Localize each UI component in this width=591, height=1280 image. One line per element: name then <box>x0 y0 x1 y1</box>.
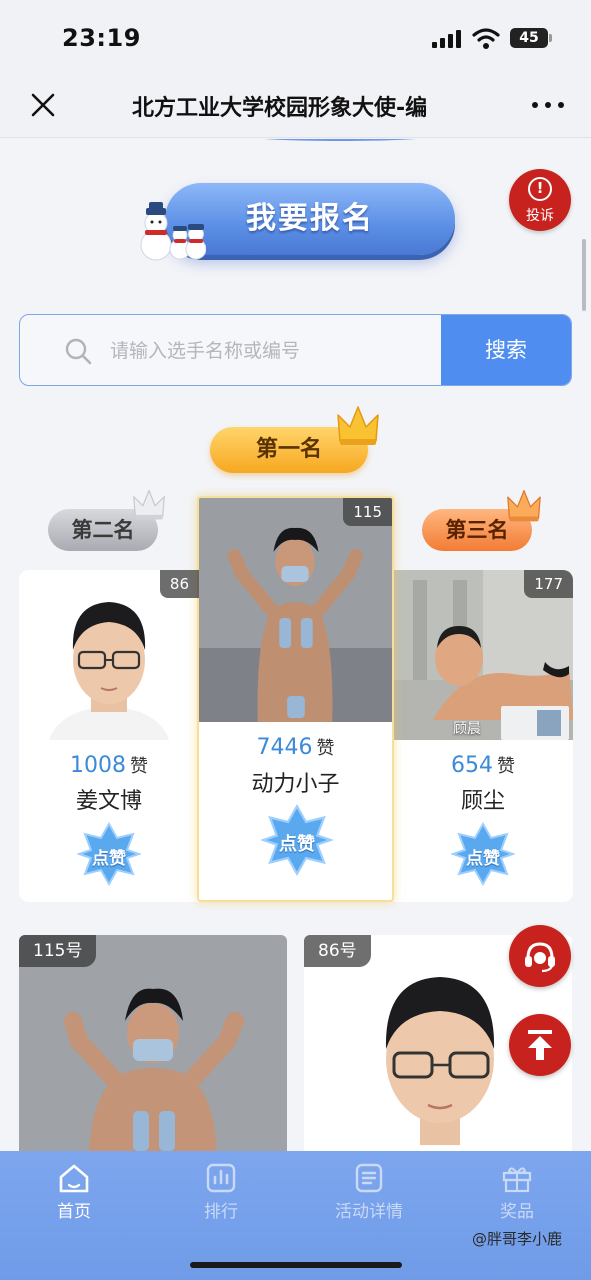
wifi-icon <box>472 28 500 49</box>
contestant-name: 动力小子 <box>251 772 340 797</box>
customer-service-button[interactable] <box>509 925 571 987</box>
tab-ranking-label: 排行 <box>204 1202 238 1222</box>
like-button[interactable]: 点赞 <box>77 822 141 886</box>
arrow-up-icon <box>528 1030 552 1060</box>
cellular-signal-icon <box>432 30 462 48</box>
tab-home[interactable]: 首页 <box>19 1163 129 1223</box>
tab-details[interactable]: 活动详情 <box>314 1163 424 1223</box>
header-decoration <box>245 139 435 141</box>
contestant-number: 115号 <box>19 935 97 967</box>
page-title: 北方工业大学校园形象大使-编 <box>132 96 428 121</box>
watermark: @胖哥李小鹿 <box>472 1230 563 1248</box>
signup-button-label: 我要报名 <box>246 201 374 236</box>
vote-number: 7446 <box>256 735 313 760</box>
podium-card-first[interactable]: 115 7446 赞 动力小子 点赞 <box>197 496 394 902</box>
scrollbar[interactable] <box>582 239 586 311</box>
gift-icon <box>502 1167 532 1193</box>
bottom-tab-bar: 首页 排行 活动详情 奖品 <box>0 1151 591 1280</box>
status-time: 23:19 <box>62 24 141 52</box>
contestant-photo[interactable] <box>19 935 287 1151</box>
vote-unit: 赞 <box>316 738 335 759</box>
contestant-name: 姜文博 <box>75 789 142 814</box>
podium-card-second[interactable]: 86 1008 赞 姜文博 点赞 <box>19 570 199 902</box>
back-to-top-button[interactable] <box>509 1014 571 1076</box>
search-button[interactable]: 搜索 <box>441 315 571 385</box>
home-indicator <box>190 1262 402 1268</box>
search-bar: 搜索 <box>19 314 572 386</box>
vote-count-badge: 86 <box>159 570 199 598</box>
headset-icon <box>525 942 555 973</box>
silver-crown-icon <box>133 489 165 520</box>
like-button[interactable]: 点赞 <box>261 804 333 876</box>
bronze-crown-icon <box>507 490 541 522</box>
vote-total: 654 赞 <box>393 752 573 778</box>
vote-unit: 赞 <box>130 756 148 777</box>
battery-icon: 45 <box>510 28 552 48</box>
photo-caption: 顾晨 <box>453 721 481 737</box>
tab-details-label: 活动详情 <box>335 1202 403 1222</box>
search-input[interactable] <box>110 335 430 367</box>
more-options-icon[interactable] <box>532 100 564 110</box>
contestant-card[interactable]: 115号 <box>19 935 287 1151</box>
tab-prizes-label: 奖品 <box>500 1202 534 1222</box>
contestant-number: 86号 <box>304 935 371 967</box>
vote-number: 654 <box>451 753 493 778</box>
vote-count-badge: 177 <box>524 570 573 598</box>
contestant-name: 顾尘 <box>460 789 505 814</box>
tab-prizes[interactable]: 奖品 <box>462 1163 572 1223</box>
report-button[interactable]: ! 投诉 <box>509 169 571 231</box>
tab-home-label: 首页 <box>57 1202 91 1222</box>
close-icon[interactable] <box>28 90 58 120</box>
nav-bar: 北方工业大学校园形象大使-编 <box>0 78 591 138</box>
like-button-label: 点赞 <box>279 834 315 855</box>
tab-ranking[interactable]: 排行 <box>166 1163 276 1223</box>
like-button-label: 点赞 <box>466 849 500 869</box>
status-bar: 23:19 45 <box>0 0 591 78</box>
vote-number: 1008 <box>70 753 126 778</box>
details-icon <box>355 1163 383 1193</box>
podium-card-third[interactable]: 177 顾晨 654 赞 顾尘 点赞 <box>393 570 573 902</box>
gold-crown-icon <box>337 406 379 445</box>
report-button-label: 投诉 <box>526 208 554 224</box>
home-icon <box>59 1164 89 1193</box>
signup-button[interactable]: 我要报名 <box>165 183 455 255</box>
ranking-icon <box>206 1163 236 1193</box>
like-button[interactable]: 点赞 <box>451 822 515 886</box>
vote-total: 7446 赞 <box>199 734 392 760</box>
vote-count-badge: 115 <box>343 498 392 526</box>
main-content[interactable]: 我要报名 ! 投诉 搜索 第一名 第二名 <box>0 139 591 1151</box>
vote-total: 1008 赞 <box>19 752 199 778</box>
vote-unit: 赞 <box>497 756 515 777</box>
contestant-photo[interactable] <box>199 498 392 722</box>
like-button-label: 点赞 <box>92 849 126 869</box>
snowman-icon <box>140 202 206 261</box>
search-icon <box>65 338 92 365</box>
alert-icon: ! <box>528 177 552 201</box>
